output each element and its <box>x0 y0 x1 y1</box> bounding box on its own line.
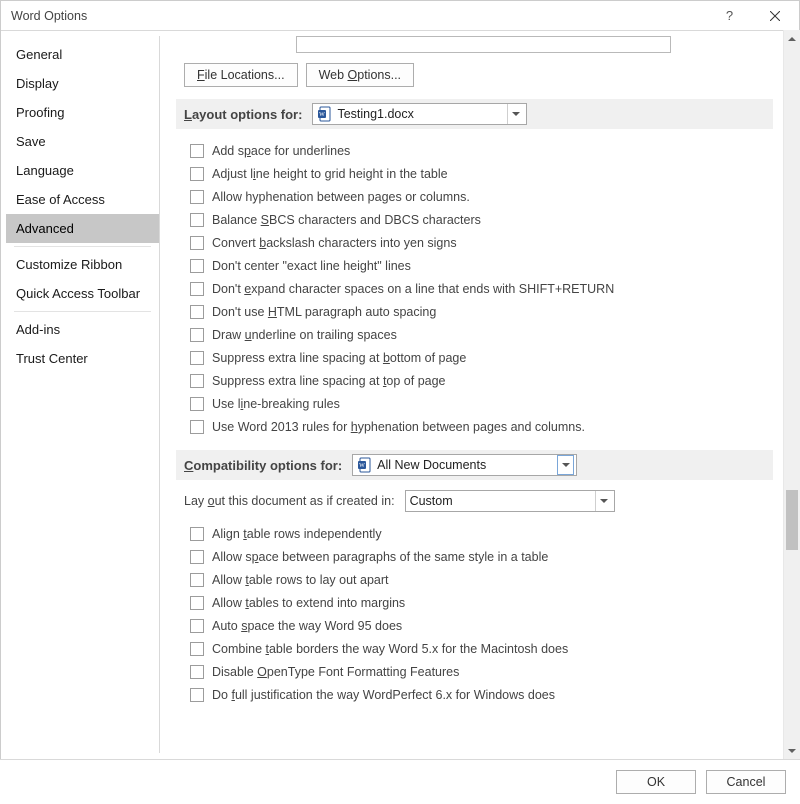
nav-trust-center[interactable]: Trust Center <box>6 344 159 373</box>
close-button[interactable] <box>752 1 797 30</box>
nav-display[interactable]: Display <box>6 69 159 98</box>
compatibility-label: Compatibility options for: <box>184 458 342 473</box>
layout-as-combo-value: Custom <box>410 494 595 508</box>
opt-combine-table-borders[interactable]: Combine table borders the way Word 5.x f… <box>190 637 773 660</box>
nav-save[interactable]: Save <box>6 127 159 156</box>
checkbox <box>190 397 204 411</box>
checkbox <box>190 305 204 319</box>
help-button[interactable]: ? <box>707 1 752 30</box>
nav-advanced[interactable]: Advanced <box>6 214 159 243</box>
opt-suppress-spacing-top[interactable]: Suppress extra line spacing at top of pa… <box>190 369 773 392</box>
layout-as-row: Lay out this document as if created in: … <box>184 490 773 512</box>
opt-adjust-line-height[interactable]: Adjust line height to grid height in the… <box>190 162 773 185</box>
cancel-button[interactable]: Cancel <box>706 770 786 794</box>
word-document-icon: W <box>357 457 373 473</box>
opt-add-space-underlines[interactable]: Add space for underlines <box>190 139 773 162</box>
opt-align-table-rows[interactable]: Align table rows independently <box>190 522 773 545</box>
opt-allow-tables-margins[interactable]: Allow tables to extend into margins <box>190 591 773 614</box>
button-row: File Locations... Web Options... <box>184 63 773 87</box>
web-options-button[interactable]: Web Options... <box>306 63 414 87</box>
scroll-thumb[interactable] <box>786 490 798 550</box>
title-bar: Word Options ? <box>1 1 799 31</box>
opt-suppress-spacing-bottom[interactable]: Suppress extra line spacing at bottom of… <box>190 346 773 369</box>
compatibility-combo[interactable]: W All New Documents <box>352 454 577 476</box>
nav-quick-access-toolbar[interactable]: Quick Access Toolbar <box>6 279 159 308</box>
window-title: Word Options <box>11 9 707 23</box>
nav-language[interactable]: Language <box>6 156 159 185</box>
nav-general[interactable]: General <box>6 40 159 69</box>
checkbox <box>190 573 204 587</box>
layout-options-combo[interactable]: W Testing1.docx <box>312 103 527 125</box>
layout-options-list: Add space for underlines Adjust line hei… <box>190 139 773 438</box>
checkbox <box>190 167 204 181</box>
layout-options-label: Layout options for: <box>184 107 302 122</box>
opt-dont-center-exact[interactable]: Don't center "exact line height" lines <box>190 254 773 277</box>
checkbox <box>190 665 204 679</box>
scroll-content: File Locations... Web Options... Layout … <box>166 30 783 759</box>
scroll-down-button[interactable] <box>784 742 800 759</box>
compatibility-options-list: Align table rows independently Allow spa… <box>190 522 773 706</box>
checkbox <box>190 328 204 342</box>
nav-ease-of-access[interactable]: Ease of Access <box>6 185 159 214</box>
dialog-footer: OK Cancel <box>0 759 800 804</box>
checkbox <box>190 642 204 656</box>
opt-allow-space-paragraphs[interactable]: Allow space between paragraphs of the sa… <box>190 545 773 568</box>
opt-allow-table-rows-apart[interactable]: Allow table rows to lay out apart <box>190 568 773 591</box>
checkbox <box>190 213 204 227</box>
nav-proofing[interactable]: Proofing <box>6 98 159 127</box>
compatibility-combo-value: All New Documents <box>377 458 557 472</box>
opt-full-justification-wp[interactable]: Do full justification the way WordPerfec… <box>190 683 773 706</box>
ok-button[interactable]: OK <box>616 770 696 794</box>
checkbox <box>190 351 204 365</box>
chevron-down-icon <box>595 491 612 511</box>
top-text-field[interactable] <box>296 36 671 53</box>
vertical-scrollbar[interactable] <box>783 30 800 759</box>
word-document-icon: W <box>317 106 333 122</box>
main-panel: File Locations... Web Options... Layout … <box>166 30 800 759</box>
svg-text:W: W <box>359 463 365 469</box>
checkbox <box>190 527 204 541</box>
checkbox <box>190 259 204 273</box>
close-icon <box>770 11 780 21</box>
checkbox <box>190 596 204 610</box>
checkbox <box>190 619 204 633</box>
nav-separator <box>14 311 151 312</box>
opt-use-line-breaking[interactable]: Use line-breaking rules <box>190 392 773 415</box>
opt-dont-use-html-spacing[interactable]: Don't use HTML paragraph auto spacing <box>190 300 773 323</box>
layout-options-combo-value: Testing1.docx <box>337 107 507 121</box>
checkbox <box>190 282 204 296</box>
layout-as-label: Lay out this document as if created in: <box>184 494 395 508</box>
chevron-down-icon <box>507 104 524 124</box>
nav-customize-ribbon[interactable]: Customize Ribbon <box>6 250 159 279</box>
file-locations-button[interactable]: File Locations... <box>184 63 298 87</box>
opt-balance-sbcs-dbcs[interactable]: Balance SBCS characters and DBCS charact… <box>190 208 773 231</box>
opt-disable-opentype[interactable]: Disable OpenType Font Formatting Feature… <box>190 660 773 683</box>
svg-text:W: W <box>320 112 326 118</box>
checkbox <box>190 374 204 388</box>
opt-allow-hyphenation[interactable]: Allow hyphenation between pages or colum… <box>190 185 773 208</box>
layout-as-combo[interactable]: Custom <box>405 490 615 512</box>
opt-auto-space-word95[interactable]: Auto space the way Word 95 does <box>190 614 773 637</box>
nav-separator <box>14 246 151 247</box>
chevron-down-icon <box>557 455 574 475</box>
checkbox <box>190 550 204 564</box>
checkbox <box>190 190 204 204</box>
opt-dont-expand-spaces[interactable]: Don't expand character spaces on a line … <box>190 277 773 300</box>
scroll-up-button[interactable] <box>784 30 800 47</box>
sidebar: General Display Proofing Save Language E… <box>0 30 160 759</box>
nav-add-ins[interactable]: Add-ins <box>6 315 159 344</box>
checkbox <box>190 144 204 158</box>
checkbox <box>190 420 204 434</box>
opt-use-word2013-hyphen[interactable]: Use Word 2013 rules for hyphenation betw… <box>190 415 773 438</box>
opt-draw-underline-trailing[interactable]: Draw underline on trailing spaces <box>190 323 773 346</box>
checkbox <box>190 236 204 250</box>
compatibility-section-header: Compatibility options for: W All New Doc… <box>176 450 773 480</box>
layout-options-section-header: Layout options for: W Testing1.docx <box>176 99 773 129</box>
checkbox <box>190 688 204 702</box>
opt-convert-backslash[interactable]: Convert backslash characters into yen si… <box>190 231 773 254</box>
